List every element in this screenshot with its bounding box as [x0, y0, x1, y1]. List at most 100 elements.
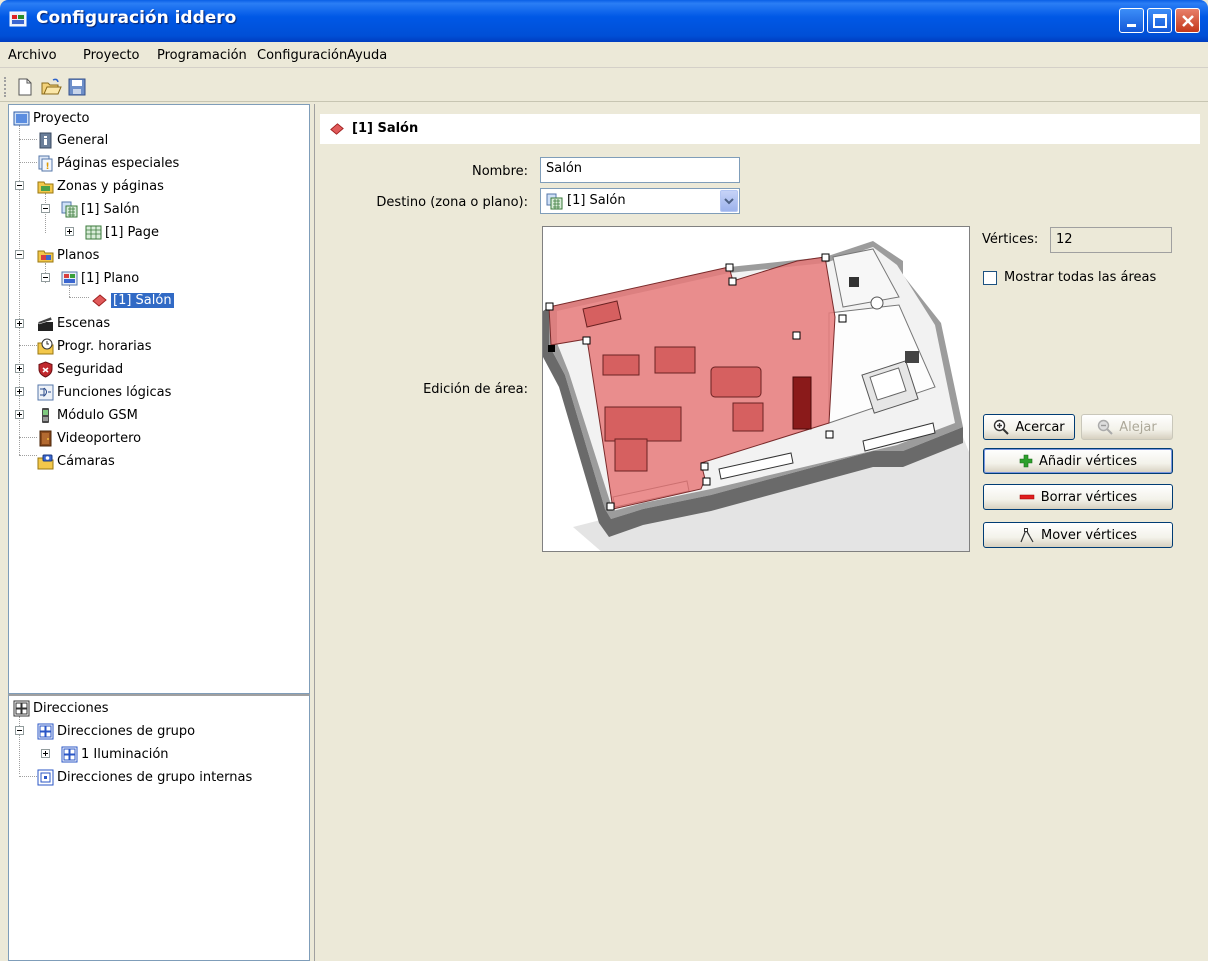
tree-item-scenes[interactable]: Escenas — [37, 312, 110, 334]
tree-item-internal-addresses[interactable]: Direcciones de grupo internas — [37, 766, 252, 788]
floor-plan-canvas[interactable] — [542, 226, 970, 552]
clapperboard-icon — [37, 316, 53, 331]
tree-item-plan[interactable]: [1] Plano — [61, 267, 139, 289]
save-icon[interactable] — [66, 76, 88, 98]
info-icon — [39, 132, 52, 148]
project-icon — [13, 111, 30, 125]
app-icon — [9, 11, 27, 27]
zoom-out-icon — [1098, 419, 1113, 435]
destination-select[interactable]: [1] Salón — [540, 188, 740, 214]
menu-programacion[interactable]: Programación — [157, 48, 247, 63]
close-icon — [1182, 15, 1194, 27]
chevron-down-icon — [724, 198, 734, 205]
maximize-button[interactable] — [1147, 8, 1172, 33]
menu-ayuda[interactable]: Ayuda — [347, 48, 387, 63]
tree-item-zones[interactable]: Zonas y páginas — [37, 175, 164, 197]
delete-vertices-label: Borrar vértices — [1040, 489, 1138, 505]
tree-label: Funciones lógicas — [57, 384, 172, 400]
destination-label: Destino (zona o plano): — [376, 195, 528, 210]
collapse-toggle[interactable] — [15, 726, 24, 735]
tree-label: Módulo GSM — [57, 407, 138, 423]
tree-item-proyecto[interactable]: Proyecto — [13, 107, 90, 129]
tree-item-lighting[interactable]: 1 Iluminación — [61, 743, 169, 765]
collapse-toggle[interactable] — [15, 250, 24, 259]
expand-toggle[interactable] — [15, 364, 24, 373]
menu-proyecto[interactable]: Proyecto — [83, 48, 140, 63]
move-vertices-label: Mover vértices — [1040, 527, 1137, 543]
tree-label: Videoportero — [57, 430, 142, 446]
tree-label: Páginas especiales — [57, 155, 180, 171]
editor-header: [1] Salón — [320, 114, 1200, 144]
group-address-icon — [61, 746, 78, 762]
collapse-toggle[interactable] — [41, 204, 50, 213]
tree-label: [1] Plano — [81, 270, 140, 286]
dropdown-button[interactable] — [720, 190, 738, 212]
area-icon — [330, 123, 344, 135]
tree-label: Direcciones — [33, 700, 109, 716]
show-all-areas-checkbox[interactable] — [983, 271, 997, 285]
delete-vertices-button[interactable]: Borrar vértices — [983, 484, 1173, 510]
tree-label: Progr. horarias — [57, 338, 152, 354]
tree-label: Proyecto — [33, 110, 90, 126]
zone-icon — [546, 193, 563, 210]
menu-configuracion[interactable]: Configuración — [257, 48, 347, 63]
toolbar — [0, 72, 1208, 102]
tree-item-special-pages[interactable]: ! Páginas especiales — [37, 152, 179, 174]
tree-label: 1 Iluminación — [81, 746, 169, 762]
name-input[interactable]: Salón — [540, 157, 740, 183]
tree-item-plans[interactable]: Planos — [37, 244, 99, 266]
new-file-icon[interactable] — [14, 76, 36, 98]
menu-bar: Archivo Proyecto Programación Configurac… — [0, 42, 1208, 68]
add-vertices-label: Añadir vértices — [1038, 453, 1138, 469]
zoom-out-button[interactable]: Alejar — [1081, 414, 1173, 440]
expand-toggle[interactable] — [15, 410, 24, 419]
tree-connector — [19, 455, 37, 456]
vertices-count: 12 — [1050, 227, 1172, 253]
tree-label: Direcciones de grupo — [57, 723, 196, 739]
tree-item-zone-salon[interactable]: [1] Salón — [61, 198, 140, 220]
tree-label: Escenas — [57, 315, 111, 331]
tree-item-video[interactable]: Videoportero — [37, 427, 141, 449]
minimize-button[interactable] — [1119, 8, 1144, 33]
expand-toggle[interactable] — [15, 387, 24, 396]
zoom-in-icon — [994, 419, 1010, 435]
tree-connector — [19, 162, 37, 163]
tree-item-security[interactable]: Seguridad — [37, 358, 123, 380]
tree-item-gsm[interactable]: Módulo GSM — [37, 404, 138, 426]
close-button[interactable] — [1175, 8, 1200, 33]
menu-archivo[interactable]: Archivo — [8, 48, 57, 63]
tree-item-logic[interactable]: Funciones lógicas — [37, 381, 171, 403]
tree-item-cameras[interactable]: Cámaras — [37, 450, 115, 472]
zones-icon — [37, 181, 54, 193]
tree-item-schedules[interactable]: Progr. horarias — [37, 335, 152, 357]
area-icon — [92, 293, 107, 307]
phone-icon — [42, 407, 49, 423]
address-tree: Direcciones Direcciones de grupo 1 Ilumi… — [8, 694, 310, 961]
tree-label: Cámaras — [57, 453, 115, 469]
grid-icon — [13, 700, 30, 716]
tree-item-general[interactable]: General — [37, 129, 108, 151]
tree-item-direcciones[interactable]: Direcciones — [13, 697, 109, 719]
expand-toggle[interactable] — [65, 227, 74, 236]
tree-connector — [19, 139, 37, 140]
expand-toggle[interactable] — [15, 319, 24, 328]
tree-connector — [19, 125, 20, 455]
tree-item-page[interactable]: [1] Page — [85, 221, 159, 243]
collapse-toggle[interactable] — [41, 273, 50, 282]
logic-icon — [37, 384, 54, 400]
minimize-icon — [1127, 24, 1136, 27]
svg-text:!: ! — [46, 162, 50, 172]
move-vertices-button[interactable]: Mover vértices — [983, 522, 1173, 548]
expand-toggle[interactable] — [41, 749, 50, 758]
tree-item-plan-area[interactable]: [1] Salón — [91, 289, 174, 311]
add-vertices-button[interactable]: Añadir vértices — [983, 448, 1173, 474]
vertices-label: Vértices: — [982, 232, 1039, 247]
zoom-in-button[interactable]: Acercar — [983, 414, 1075, 440]
clock-folder-icon — [37, 338, 54, 354]
open-folder-icon[interactable] — [40, 76, 62, 98]
tree-label: Zonas y páginas — [57, 178, 164, 194]
pane-splitter[interactable] — [310, 104, 315, 961]
toolbar-grip — [4, 77, 7, 97]
tree-item-group-addresses[interactable]: Direcciones de grupo — [37, 720, 195, 742]
collapse-toggle[interactable] — [15, 181, 24, 190]
